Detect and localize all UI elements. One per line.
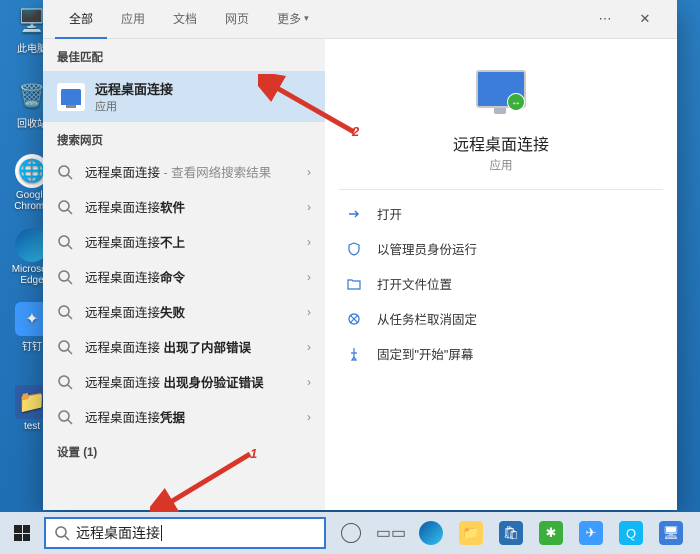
pin-icon [345, 345, 363, 363]
desktop-icon-label: test [24, 421, 40, 432]
action-label: 固定到"开始"屏幕 [377, 344, 473, 363]
ellipsis-button[interactable]: ⋯ [585, 0, 625, 38]
section-settings: 设置 (1) [43, 434, 325, 466]
chevron-right-icon: › [307, 410, 311, 424]
search-icon [57, 269, 73, 285]
windows-logo-icon [14, 525, 30, 541]
details-pane: ↔ 远程桌面连接 应用 打开以管理员身份运行打开文件位置从任务栏取消固定固定到"… [325, 39, 677, 510]
web-result-text: 远程桌面连接凭据 [85, 407, 301, 426]
tab-docs[interactable]: 文档 [159, 0, 211, 39]
web-result-item[interactable]: 远程桌面连接不上 › [43, 224, 325, 259]
web-result-text: 远程桌面连接软件 [85, 197, 301, 216]
chevron-right-icon: › [307, 375, 311, 389]
chevron-right-icon: › [307, 235, 311, 249]
desktop: 🖥️ 此电脑 🗑️ 回收站 🌐 Google Chrome Microsoft … [0, 0, 700, 554]
open-icon [345, 205, 363, 223]
best-match-title: 远程桌面连接 [95, 79, 173, 98]
web-result-item[interactable]: 远程桌面连接命令 › [43, 259, 325, 294]
action-pin[interactable]: 固定到"开始"屏幕 [339, 336, 663, 371]
task-wechat[interactable]: ✱ [532, 512, 570, 554]
web-result-item[interactable]: 远程桌面连接凭据 › [43, 399, 325, 434]
web-result-text: 远程桌面连接命令 [85, 267, 301, 286]
search-body: 最佳匹配 远程桌面连接 应用 搜索网页 远程桌面连接 - 查看网络搜索结果›远程… [43, 39, 677, 510]
search-icon [57, 339, 73, 355]
taskbar-icons: ▭▭ 📁 🛍 ✱ ✈ Q 🖥 [332, 512, 690, 554]
annotation-label-1: 1 [250, 446, 257, 461]
task-feishu[interactable]: ✈ [572, 512, 610, 554]
chevron-right-icon: › [307, 200, 311, 214]
action-folder[interactable]: 打开文件位置 [339, 266, 663, 301]
task-qq[interactable]: Q [612, 512, 650, 554]
action-open[interactable]: 打开 [339, 196, 663, 231]
search-icon [57, 164, 73, 180]
web-result-item[interactable]: 远程桌面连接 出现身份验证错误 › [43, 364, 325, 399]
search-icon [57, 409, 73, 425]
section-best-match: 最佳匹配 [43, 39, 325, 71]
desktop-icon-label: 钉钉 [22, 338, 42, 353]
task-cortana[interactable] [332, 512, 370, 554]
web-result-text: 远程桌面连接不上 [85, 232, 301, 251]
results-column: 最佳匹配 远程桌面连接 应用 搜索网页 远程桌面连接 - 查看网络搜索结果›远程… [43, 39, 325, 510]
rdp-app-icon [57, 83, 85, 111]
task-taskview[interactable]: ▭▭ [372, 512, 410, 554]
chevron-right-icon: › [307, 340, 311, 354]
task-explorer[interactable]: 📁 [452, 512, 490, 554]
task-edge[interactable] [412, 512, 450, 554]
action-label: 以管理员身份运行 [377, 239, 477, 258]
action-list: 打开以管理员身份运行打开文件位置从任务栏取消固定固定到"开始"屏幕 [339, 196, 663, 371]
folder-icon [345, 275, 363, 293]
web-result-item[interactable]: 远程桌面连接软件 › [43, 189, 325, 224]
action-label: 从任务栏取消固定 [377, 309, 477, 328]
search-icon [57, 234, 73, 250]
web-result-text: 远程桌面连接失败 [85, 302, 301, 321]
rdp-badge-icon: ↔ [507, 93, 525, 111]
web-result-text: 远程桌面连接 - 查看网络搜索结果 [85, 162, 301, 181]
web-result-item[interactable]: 远程桌面连接 出现了内部错误 › [43, 329, 325, 364]
text-caret [161, 525, 162, 541]
task-store[interactable]: 🛍 [492, 512, 530, 554]
taskbar: 远程桌面连接 ▭▭ 📁 🛍 ✱ ✈ Q 🖥 [0, 512, 700, 554]
web-result-item[interactable]: 远程桌面连接失败 › [43, 294, 325, 329]
task-rdp[interactable]: 🖥 [652, 512, 690, 554]
annotation-label-2: 2 [352, 124, 359, 139]
action-unpin[interactable]: 从任务栏取消固定 [339, 301, 663, 336]
divider [339, 189, 663, 190]
search-icon [57, 199, 73, 215]
action-label: 打开 [377, 204, 402, 223]
tab-all[interactable]: 全部 [55, 0, 107, 39]
tab-more[interactable]: 更多▾ [263, 0, 323, 39]
search-tabs: 全部 应用 文档 网页 更多▾ ⋯ ✕ [43, 0, 677, 39]
chevron-down-icon: ▾ [304, 13, 309, 24]
best-match-item[interactable]: 远程桌面连接 应用 [43, 71, 325, 122]
action-label: 打开文件位置 [377, 274, 452, 293]
web-result-text: 远程桌面连接 出现了内部错误 [85, 337, 301, 356]
close-button[interactable]: ✕ [625, 0, 665, 38]
search-icon [57, 374, 73, 390]
search-input-text: 远程桌面连接 [76, 523, 160, 543]
web-result-text: 远程桌面连接 出现身份验证错误 [85, 372, 301, 391]
admin-icon [345, 240, 363, 258]
tab-apps[interactable]: 应用 [107, 0, 159, 39]
start-button[interactable] [0, 512, 44, 554]
search-panel: 全部 应用 文档 网页 更多▾ ⋯ ✕ 最佳匹配 远程桌面连接 应用 搜索网页 [43, 0, 677, 510]
chevron-right-icon: › [307, 305, 311, 319]
best-match-subtitle: 应用 [95, 98, 173, 114]
action-admin[interactable]: 以管理员身份运行 [339, 231, 663, 266]
details-title: 远程桌面连接 [453, 131, 549, 155]
chevron-right-icon: › [307, 165, 311, 179]
section-web: 搜索网页 [43, 122, 325, 154]
search-icon [57, 304, 73, 320]
tab-web[interactable]: 网页 [211, 0, 263, 39]
unpin-icon [345, 310, 363, 328]
app-large-icon: ↔ [473, 61, 529, 117]
details-subtitle: 应用 [490, 157, 513, 173]
chevron-right-icon: › [307, 270, 311, 284]
taskbar-search-box[interactable]: 远程桌面连接 [44, 517, 326, 549]
web-result-item[interactable]: 远程桌面连接 - 查看网络搜索结果 › [43, 154, 325, 189]
